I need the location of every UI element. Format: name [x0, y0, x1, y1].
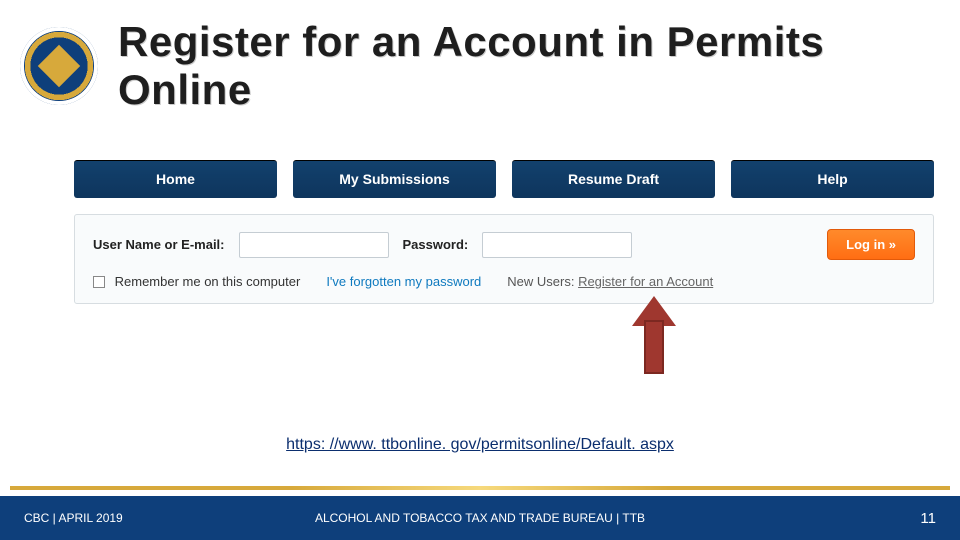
nav-help[interactable]: Help: [731, 160, 934, 198]
register-account-link[interactable]: Register for an Account: [578, 274, 713, 289]
ttb-seal-icon: [20, 27, 98, 105]
nav-home[interactable]: Home: [74, 160, 277, 198]
password-input[interactable]: [482, 232, 632, 258]
remember-checkbox[interactable]: [93, 276, 105, 288]
username-label: User Name or E-mail:: [93, 237, 225, 252]
login-card: User Name or E-mail: Password: Log in » …: [74, 214, 934, 304]
footer-center: ALCOHOL AND TOBACCO TAX AND TRADE BUREAU…: [315, 511, 645, 525]
callout-arrow-icon: [632, 296, 676, 374]
nav-resume-draft[interactable]: Resume Draft: [512, 160, 715, 198]
password-label: Password:: [403, 237, 469, 252]
remember-label: Remember me on this computer: [115, 274, 301, 289]
page-title: Register for an Account in Permits Onlin…: [118, 18, 940, 114]
username-input[interactable]: [239, 232, 389, 258]
remember-me[interactable]: Remember me on this computer: [93, 274, 300, 289]
login-button[interactable]: Log in »: [827, 229, 915, 260]
new-users-prefix: New Users:: [507, 274, 578, 289]
footer: CBC | APRIL 2019 ALCOHOL AND TOBACCO TAX…: [0, 496, 960, 540]
footer-left: CBC | APRIL 2019: [24, 511, 123, 525]
nav-my-submissions[interactable]: My Submissions: [293, 160, 496, 198]
screenshot-app-area: Home My Submissions Resume Draft Help Us…: [74, 160, 934, 304]
new-users-text: New Users: Register for an Account: [507, 274, 713, 289]
nav-tabs: Home My Submissions Resume Draft Help: [74, 160, 934, 198]
url-text[interactable]: https: //www. ttbonline. gov/permitsonli…: [0, 436, 960, 454]
forgot-password-link[interactable]: I've forgotten my password: [326, 274, 481, 289]
page-number: 11: [920, 510, 936, 527]
divider-bar: [10, 486, 950, 490]
